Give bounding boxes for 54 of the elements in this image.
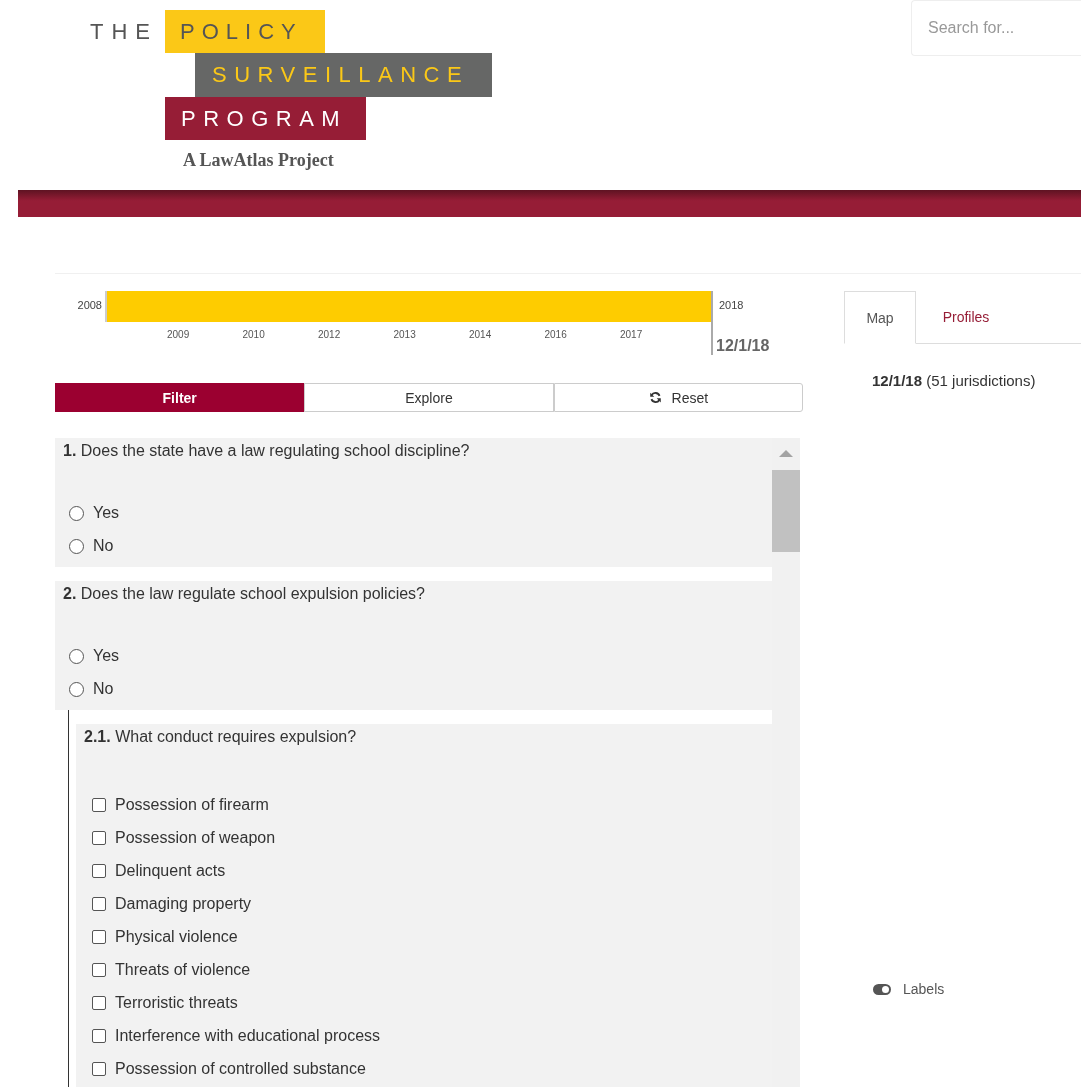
- logo-text: SURVEILLANCE: [195, 53, 492, 97]
- option-label: No: [93, 680, 114, 698]
- checkbox[interactable]: [92, 1029, 106, 1043]
- timeline-tick: 2009: [167, 329, 191, 340]
- logo-text: PROGRAM: [165, 97, 366, 140]
- option-label: Yes: [93, 647, 120, 665]
- option-label: Physical violence: [115, 928, 238, 946]
- option-label: Delinquent acts: [115, 862, 226, 880]
- checkbox[interactable]: [92, 897, 106, 911]
- option-label: Threats of violence: [115, 961, 251, 979]
- timeline-label: 2018: [718, 298, 745, 311]
- option-label: No: [93, 537, 114, 555]
- timeline-tick: 2017: [620, 329, 644, 340]
- timeline-label: 2008: [76, 298, 103, 313]
- mode-tab[interactable]: Explore: [304, 383, 554, 412]
- refresh-icon: [648, 391, 662, 404]
- radio-button[interactable]: [69, 538, 84, 554]
- option-label: Possession of firearm: [115, 796, 269, 814]
- timeline-tick: 2010: [242, 329, 266, 340]
- checkbox[interactable]: [92, 831, 106, 845]
- checkbox[interactable]: [92, 1062, 106, 1076]
- search-field[interactable]: Search for...: [911, 0, 1081, 56]
- checkbox[interactable]: [92, 963, 106, 977]
- option-label: Terroristic threats: [115, 994, 238, 1012]
- mode-tab[interactable]: Filter: [55, 383, 305, 412]
- checkbox[interactable]: [92, 930, 106, 944]
- view-tab[interactable]: Map: [844, 291, 916, 344]
- labels-toggle[interactable]: [873, 983, 891, 995]
- timeline-tick: 2016: [544, 329, 568, 340]
- option-label: Damaging property: [115, 895, 252, 913]
- checkbox[interactable]: [92, 798, 106, 812]
- timeline-tick: 2014: [469, 329, 493, 340]
- timeline-tick: 2012: [318, 329, 342, 340]
- checkbox[interactable]: [92, 996, 106, 1010]
- current-date: 12/1/18: [716, 337, 770, 355]
- timeline-tick: 2013: [393, 329, 417, 340]
- radio-button[interactable]: [69, 681, 84, 697]
- option-label: Possession of controlled substance: [115, 1060, 366, 1078]
- question-text: 1. Does the state have a law regulating school discipline?: [63, 442, 471, 461]
- scrollbar[interactable]: [772, 438, 800, 1087]
- logo-tagline: A LawAtlas Project: [183, 150, 335, 171]
- question-text: 2. Does the law regulate school expulsion policies?: [63, 585, 426, 604]
- checkbox[interactable]: [92, 864, 106, 878]
- toggle-label: Labels: [903, 981, 945, 997]
- logo-text: POLICY: [165, 10, 325, 53]
- option-label: Yes: [93, 504, 120, 522]
- option-label: Possession of weapon: [115, 829, 276, 847]
- logo-text: THE: [90, 18, 159, 45]
- date-summary: 12/1/18 (51 jurisdictions): [872, 372, 1037, 389]
- question-text: 2.1. What conduct requires expulsion?: [84, 728, 358, 747]
- radio-button[interactable]: [69, 505, 84, 521]
- reset-button[interactable]: Reset: [553, 383, 803, 412]
- option-label: Interference with educational process: [115, 1027, 381, 1045]
- radio-button[interactable]: [69, 648, 84, 664]
